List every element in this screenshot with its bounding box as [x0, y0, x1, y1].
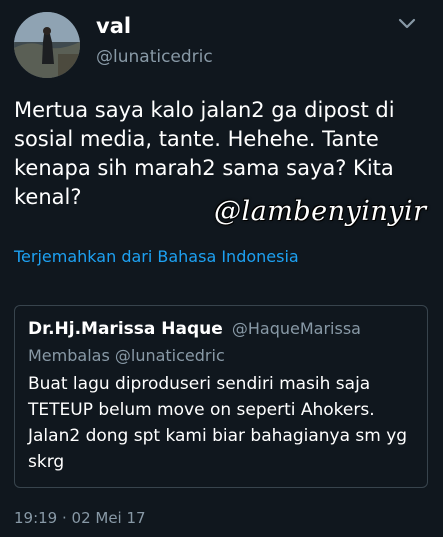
quoted-reply-to: Membalas @lunaticedric	[28, 346, 225, 365]
translate-link[interactable]: Terjemahkan dari Bahasa Indonesia	[14, 247, 299, 266]
chevron-down-icon[interactable]	[398, 17, 416, 31]
quoted-display-name: Dr.Hj.Marissa Haque	[28, 319, 223, 339]
watermark: @lambenyinyir	[214, 196, 427, 227]
quoted-username: @HaqueMarissa	[231, 319, 361, 338]
timestamp[interactable]: 19:19 · 02 Mei 17	[14, 509, 146, 527]
quoted-tweet-card[interactable]: Dr.Hj.Marissa Haque @HaqueMarissa Membal…	[14, 305, 428, 488]
tweet-text: Mertua saya kalo jalan2 ga dipost di sos…	[14, 98, 395, 209]
quoted-tweet-header: Dr.Hj.Marissa Haque @HaqueMarissa	[28, 319, 361, 339]
avatar[interactable]	[14, 12, 80, 78]
display-name[interactable]: val	[96, 14, 131, 38]
tweet: val @lunaticedric Mertua saya kalo jalan…	[0, 0, 443, 537]
quoted-tweet-text: Buat lagu diproduseri sendiri masih saja…	[28, 374, 408, 472]
username[interactable]: @lunaticedric	[96, 47, 213, 67]
avatar-photo	[14, 12, 80, 78]
